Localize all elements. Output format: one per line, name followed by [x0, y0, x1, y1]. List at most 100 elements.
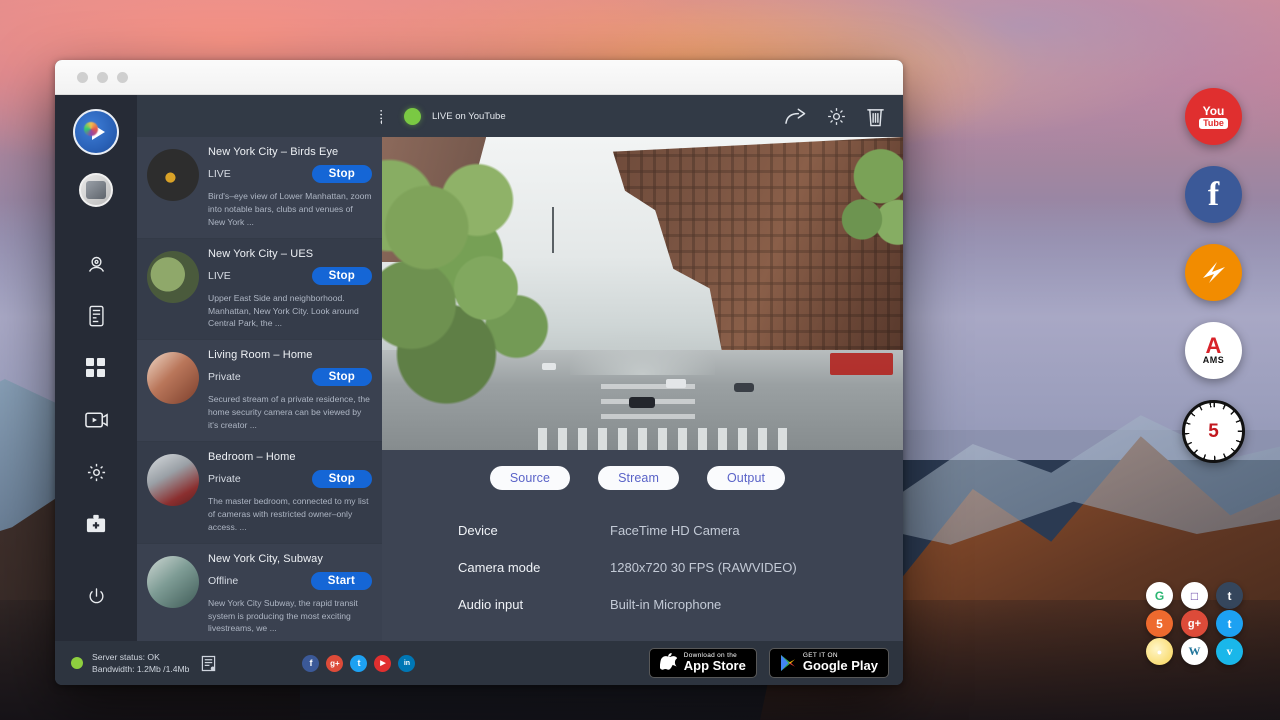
- app-store-title: App Store: [684, 659, 746, 673]
- list-item[interactable]: New York City, Subway Offline Start New …: [137, 544, 382, 641]
- details-tabs: Source Stream Output: [382, 466, 903, 490]
- tumblr-mini-icon[interactable]: t: [1216, 582, 1243, 609]
- vimeo-mini-icon[interactable]: v: [1216, 638, 1243, 665]
- twitter-mini-icon[interactable]: t: [1216, 610, 1243, 637]
- camera-action-button[interactable]: Start: [311, 572, 372, 590]
- store-badges: Download on the App Store GET IT ON Goog…: [649, 648, 889, 678]
- camera-action-button[interactable]: Stop: [312, 165, 372, 183]
- window-close-button[interactable]: [77, 72, 88, 83]
- tab-stream[interactable]: Stream: [598, 466, 679, 490]
- spec-label: Audio input: [458, 597, 610, 612]
- youtube-dock-icon[interactable]: You Tube: [1185, 88, 1242, 145]
- power-button[interactable]: [73, 573, 119, 619]
- tab-output[interactable]: Output: [707, 466, 785, 490]
- camera-title: Living Room – Home: [208, 349, 372, 361]
- sidebar-item-settings[interactable]: [73, 449, 119, 495]
- twitch-mini-icon[interactable]: □: [1181, 582, 1208, 609]
- window-minimize-button[interactable]: [97, 72, 108, 83]
- list-item[interactable]: New York City – UES LIVE Stop Upper East…: [137, 239, 382, 341]
- video-icon: [85, 411, 108, 429]
- main-panel: LIVE on YouTube: [382, 95, 903, 641]
- spec-value: 1280x720 30 FPS (RAWVIDEO): [610, 560, 797, 575]
- share-icon: [784, 106, 807, 126]
- log-document-icon: [201, 655, 216, 672]
- camera-title: New York City – UES: [208, 248, 372, 260]
- lightning-dock-icon[interactable]: [1185, 244, 1242, 301]
- wordpress-mini-glyph: W: [1189, 644, 1201, 659]
- spec-value: Built-in Microphone: [610, 597, 721, 612]
- status-badge: Private: [208, 371, 241, 383]
- status-bar: Server status: OK Bandwidth: 1.2Mb /1.4M…: [55, 641, 903, 685]
- tab-source[interactable]: Source: [490, 466, 570, 490]
- app-logo[interactable]: [73, 109, 119, 155]
- sidebar-item-cameras[interactable]: [73, 241, 119, 287]
- camera-action-button[interactable]: Stop: [312, 368, 372, 386]
- googleplus-mini-icon[interactable]: g+: [1181, 610, 1208, 637]
- app-store-badge[interactable]: Download on the App Store: [649, 648, 757, 678]
- facebook-dock-icon[interactable]: f: [1185, 166, 1242, 223]
- settings-button[interactable]: [826, 106, 847, 127]
- server-status-dot: [71, 657, 83, 669]
- youtube-share-icon[interactable]: ▶: [374, 655, 391, 672]
- rss-mini-icon[interactable]: 5: [1146, 610, 1173, 637]
- log-button[interactable]: [201, 655, 216, 672]
- live-status-label: LIVE on YouTube: [432, 111, 506, 122]
- adobe-dock-glyph: A: [1206, 336, 1222, 356]
- list-item[interactable]: Living Room – Home Private Stop Secured …: [137, 340, 382, 442]
- google-play-title: Google Play: [803, 659, 878, 673]
- channel-five-dock-icon[interactable]: 5: [1182, 400, 1245, 463]
- status-badge: Offline: [208, 575, 238, 587]
- firstaid-icon: [85, 514, 107, 534]
- list-item[interactable]: New York City – Birds Eye LIVE Stop Bird…: [137, 137, 382, 239]
- spec-list: Device FaceTime HD Camera Camera mode 12…: [458, 523, 903, 612]
- camera-description: Upper East Side and neighborhood. Manhat…: [208, 292, 372, 331]
- delete-button[interactable]: [866, 106, 885, 127]
- status-badge: Private: [208, 473, 241, 485]
- channel-five-glyph: 5: [1208, 421, 1219, 443]
- googleplus-share-glyph: g+: [330, 659, 340, 668]
- user-avatar[interactable]: [79, 173, 113, 207]
- live-indicator-dot: [404, 108, 421, 125]
- spec-row: Audio input Built-in Microphone: [458, 597, 903, 612]
- flickr-mini-icon[interactable]: ●: [1146, 638, 1173, 665]
- google-mini-icon[interactable]: G: [1146, 582, 1173, 609]
- window-maximize-button[interactable]: [117, 72, 128, 83]
- camera-action-button[interactable]: Stop: [312, 470, 372, 488]
- desktop-mini-dock: G □ t 5 g+ t ● W v: [1146, 582, 1250, 665]
- share-button[interactable]: [784, 106, 807, 126]
- desktop-dock: You Tube f A AMS 5: [1182, 88, 1245, 463]
- adobe-ams-dock-icon[interactable]: A AMS: [1185, 322, 1242, 379]
- device-icon: [87, 305, 106, 327]
- sidebar-item-dashboard[interactable]: [73, 345, 119, 391]
- server-status-group: Server status: OK Bandwidth: 1.2Mb /1.4M…: [71, 651, 216, 676]
- logo-color-blob: [84, 122, 98, 136]
- camera-action-button[interactable]: Stop: [312, 267, 372, 285]
- twitter-share-icon[interactable]: t: [350, 655, 367, 672]
- window-titlebar[interactable]: [55, 60, 903, 95]
- wordpress-mini-icon[interactable]: W: [1181, 638, 1208, 665]
- rss-mini-glyph: 5: [1156, 617, 1163, 631]
- sidebar-item-recordings[interactable]: [73, 397, 119, 443]
- left-nav-rail: [55, 95, 137, 641]
- camera-description: New York City Subway, the rapid transit …: [208, 597, 372, 636]
- camera-list-panel: New York City – Birds Eye LIVE Stop Bird…: [137, 95, 382, 641]
- google-mini-glyph: G: [1155, 589, 1164, 603]
- grid-icon: [86, 358, 106, 378]
- camera-cards: New York City – Birds Eye LIVE Stop Bird…: [137, 137, 382, 641]
- list-item[interactable]: Bedroom – Home Private Stop The master b…: [137, 442, 382, 544]
- spec-row: Device FaceTime HD Camera: [458, 523, 903, 538]
- camera-description: The master bedroom, connected to my list…: [208, 495, 372, 534]
- status-badge: LIVE: [208, 168, 231, 180]
- google-play-badge[interactable]: GET IT ON Google Play: [769, 648, 889, 678]
- googleplus-share-icon[interactable]: g+: [326, 655, 343, 672]
- camera-description: Bird's–eye view of Lower Manhattan, zoom…: [208, 190, 372, 229]
- sidebar-item-support[interactable]: [73, 501, 119, 547]
- adobe-dock-label: AMS: [1203, 355, 1225, 365]
- facebook-share-icon[interactable]: f: [302, 655, 319, 672]
- linkedin-share-icon[interactable]: in: [398, 655, 415, 672]
- twitter-mini-glyph: t: [1228, 617, 1232, 631]
- sidebar-item-devices[interactable]: [73, 293, 119, 339]
- social-share-row: f g+ t ▶ in: [302, 655, 415, 672]
- google-play-icon: [780, 654, 796, 672]
- video-preview[interactable]: [382, 137, 903, 450]
